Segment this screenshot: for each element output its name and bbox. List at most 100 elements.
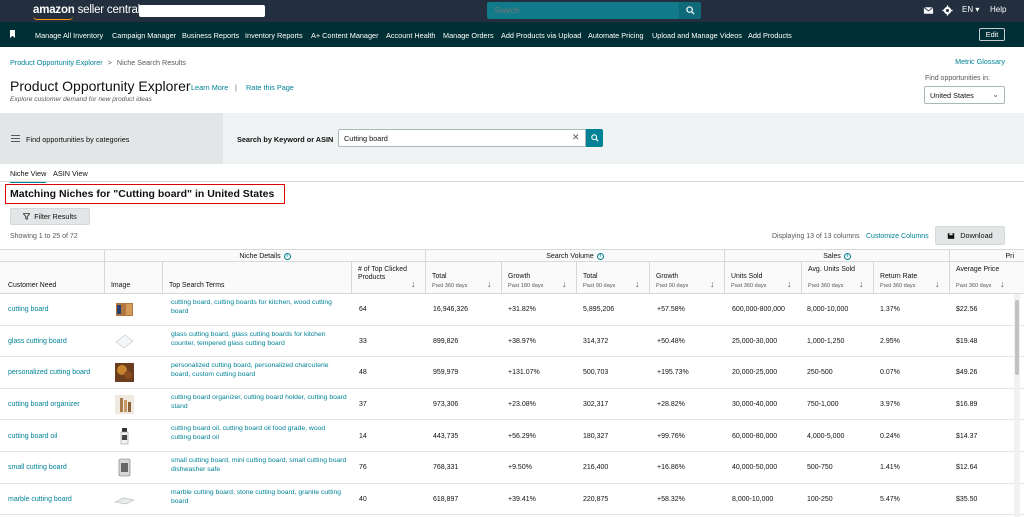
- col-header-return-rate[interactable]: Return Rate Past 360 days ↓: [873, 262, 949, 294]
- help-link[interactable]: Help: [990, 5, 1006, 14]
- nav-item-upload-videos[interactable]: Upload and Manage Videos: [652, 31, 742, 40]
- country-select-value: United States: [930, 91, 974, 100]
- search-volume-growth-180: +39.41%: [508, 495, 536, 503]
- keyword-search-input[interactable]: Cutting board: [338, 129, 586, 147]
- nav-item-a-plus-content[interactable]: A+ Content Manager: [311, 31, 379, 40]
- sort-arrow-icon[interactable]: ↓: [935, 279, 940, 289]
- col-header-search-growth-90[interactable]: Growth Past 90 days ↓: [649, 262, 724, 294]
- col-header-customer-need: Customer Need: [0, 262, 104, 294]
- tab-asin-view[interactable]: ASIN View: [53, 169, 88, 178]
- top-search-terms-link[interactable]: personalized cutting board, personalized…: [171, 361, 347, 379]
- top-search-terms-link[interactable]: cutting board, cutting boards for kitche…: [171, 298, 347, 316]
- table-scrollbar[interactable]: [1014, 294, 1020, 517]
- product-thumbnail[interactable]: [114, 425, 135, 446]
- download-button[interactable]: Download: [935, 226, 1005, 245]
- top-search-terms-link[interactable]: cutting board organizer, cutting board h…: [171, 393, 347, 411]
- info-icon[interactable]: i: [843, 253, 851, 260]
- return-rate: 1.37%: [880, 306, 900, 314]
- global-search-input[interactable]: [487, 2, 679, 19]
- customer-need-link[interactable]: marble cutting board: [8, 484, 104, 516]
- col-header-search-total-90[interactable]: Total Past 90 days ↓: [576, 262, 649, 294]
- search-volume-total-360: 16,946,326: [433, 306, 469, 314]
- filter-results-button[interactable]: Filter Results: [10, 208, 90, 225]
- units-sold: 20,000-25,000: [732, 369, 778, 377]
- group-price-label: Pri: [1005, 253, 1014, 260]
- categories-label[interactable]: Find opportunities by categories: [26, 135, 129, 144]
- top-search-terms-link[interactable]: marble cutting board, stone cutting boar…: [171, 488, 347, 506]
- nav-item-manage-all-inventory[interactable]: Manage All Inventory: [35, 31, 103, 40]
- col-header-subtitle: Past 360 days: [956, 283, 992, 289]
- global-search-button[interactable]: [679, 2, 701, 19]
- breadcrumb-separator: >: [107, 58, 112, 67]
- avg-units-sold: 750-1,000: [807, 401, 839, 409]
- sort-arrow-icon[interactable]: ↓: [635, 279, 640, 289]
- chevron-down-icon: ⌄: [992, 90, 999, 99]
- customer-need-link[interactable]: cutting board oil: [8, 420, 104, 452]
- breadcrumb-parent-link[interactable]: Product Opportunity Explorer: [10, 58, 103, 67]
- sort-arrow-icon[interactable]: ↓: [859, 279, 864, 289]
- customer-need-link[interactable]: cutting board: [8, 294, 104, 326]
- mail-icon[interactable]: [923, 5, 934, 16]
- nav-item-inventory-reports[interactable]: Inventory Reports: [245, 31, 303, 40]
- store-selector-input[interactable]: [139, 5, 265, 17]
- rate-page-link[interactable]: Rate this Page: [246, 83, 294, 92]
- product-thumbnail[interactable]: [114, 457, 135, 478]
- col-header-units-sold[interactable]: Units Sold Past 360 days ↓: [724, 262, 801, 294]
- customer-need-link[interactable]: personalized cutting board: [8, 357, 104, 389]
- nav-item-business-reports[interactable]: Business Reports: [182, 31, 239, 40]
- product-thumbnail[interactable]: [114, 362, 135, 383]
- clear-icon[interactable]: ✕: [572, 132, 580, 143]
- bookmark-icon[interactable]: [10, 30, 15, 38]
- col-header-subtitle: Past 180 days: [508, 283, 544, 289]
- product-thumbnail[interactable]: [114, 331, 135, 352]
- customize-columns-link[interactable]: Customize Columns: [866, 233, 929, 240]
- page-title: Product Opportunity Explorer: [10, 78, 191, 94]
- nav-item-add-products[interactable]: Add Products: [748, 31, 792, 40]
- top-search-terms-link[interactable]: glass cutting board, glass cutting board…: [171, 330, 347, 348]
- col-header-subtitle: Past 90 days: [583, 283, 616, 289]
- customer-need-link[interactable]: small cutting board: [8, 452, 104, 484]
- col-header-search-total-360[interactable]: Total Past 360 days ↓: [425, 262, 501, 294]
- product-thumbnail[interactable]: [114, 394, 135, 415]
- keyword-label: Search by Keyword or ASIN: [237, 135, 334, 144]
- sort-arrow-icon[interactable]: ↓: [562, 279, 567, 289]
- sort-arrow-icon[interactable]: ↓: [787, 279, 792, 289]
- search-volume-total-360: 973,306: [433, 401, 459, 409]
- customer-need-link[interactable]: cutting board organizer: [8, 389, 104, 421]
- language-selector[interactable]: EN ▾: [962, 5, 979, 14]
- nav-item-add-products-upload[interactable]: Add Products via Upload: [501, 31, 581, 40]
- seller-central-logo[interactable]: amazon seller central: [33, 4, 140, 16]
- product-thumbnail[interactable]: [114, 489, 135, 510]
- sort-arrow-icon[interactable]: ↓: [1000, 279, 1005, 289]
- top-search-terms-link[interactable]: small cutting board, mini cutting board,…: [171, 456, 347, 474]
- menu-icon[interactable]: [11, 135, 20, 142]
- gear-icon[interactable]: [942, 5, 953, 16]
- sort-arrow-icon[interactable]: ↓: [710, 279, 715, 289]
- sort-arrow-icon[interactable]: ↓: [487, 279, 492, 289]
- info-icon[interactable]: i: [283, 253, 291, 260]
- info-icon[interactable]: i: [596, 253, 604, 260]
- sort-arrow-icon[interactable]: ↓: [411, 279, 416, 289]
- keyword-search-button[interactable]: [586, 129, 603, 147]
- country-select[interactable]: United States ⌄: [924, 86, 1005, 104]
- top-search-terms-link[interactable]: cutting board oil, cutting board oil foo…: [171, 424, 347, 442]
- nav-item-automate-pricing[interactable]: Automate Pricing: [588, 31, 644, 40]
- avg-units-sold: 100-250: [807, 495, 833, 503]
- nav-item-campaign-manager[interactable]: Campaign Manager: [112, 31, 176, 40]
- filter-icon: [23, 213, 31, 220]
- customer-need-link[interactable]: glass cutting board: [8, 326, 104, 358]
- col-header-average-price[interactable]: Average Price Past 360 days ↓: [949, 262, 1014, 294]
- col-header-search-growth-180[interactable]: Growth Past 180 days ↓: [501, 262, 576, 294]
- search-volume-total-90: 5,895,206: [583, 306, 615, 314]
- group-sales-label: Sales: [823, 253, 841, 260]
- metric-glossary-link[interactable]: Metric Glossary: [955, 57, 1005, 66]
- link-divider: |: [235, 83, 237, 92]
- col-header-avg-units-sold[interactable]: Avg. Units Sold Past 360 days ↓: [801, 262, 873, 294]
- return-rate: 0.24%: [880, 432, 900, 440]
- edit-nav-button[interactable]: Edit: [979, 28, 1005, 41]
- product-thumbnail[interactable]: [114, 299, 135, 320]
- nav-item-account-health[interactable]: Account Health: [386, 31, 436, 40]
- learn-more-link[interactable]: Learn More: [191, 83, 228, 92]
- nav-item-manage-orders[interactable]: Manage Orders: [443, 31, 494, 40]
- col-header-top-clicked-products[interactable]: # of Top Clicked Products ↓: [351, 262, 425, 294]
